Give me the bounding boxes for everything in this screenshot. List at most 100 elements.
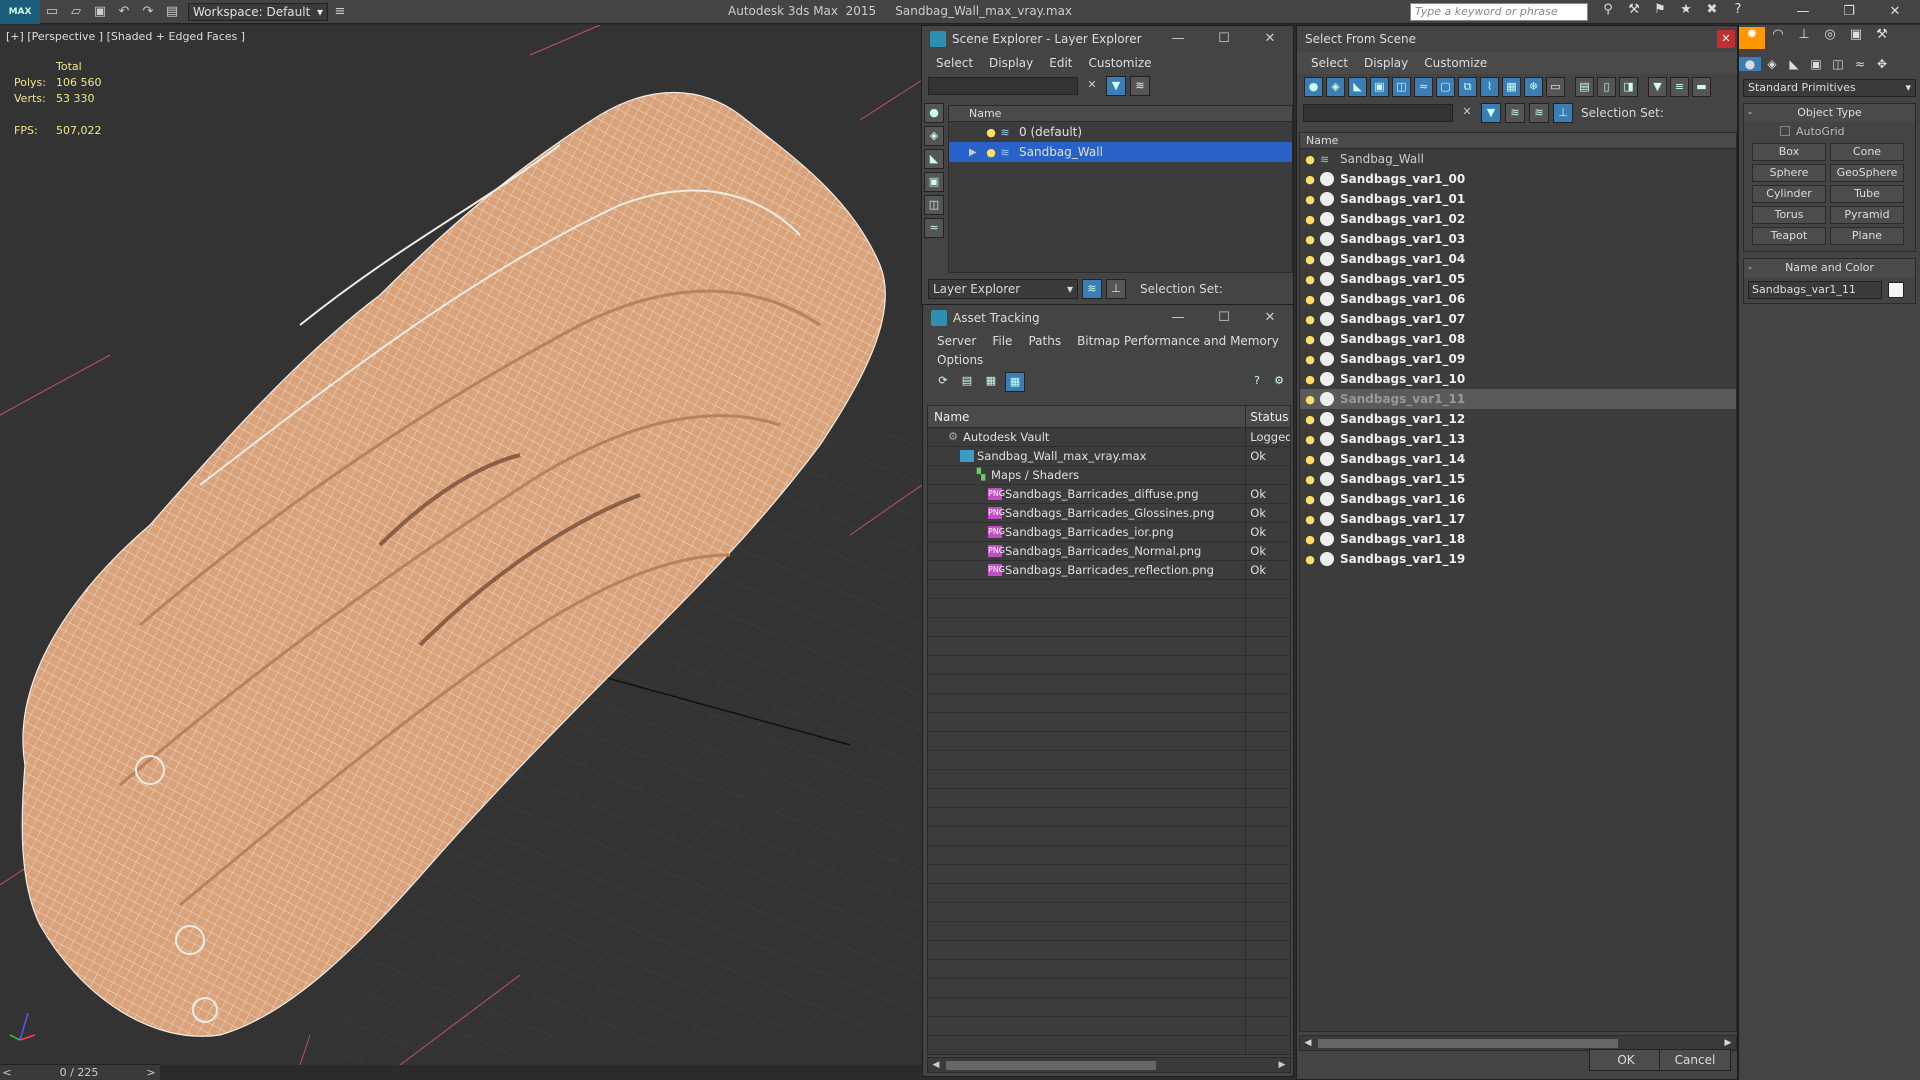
time-slider[interactable]: < 0 / 225 > [0, 1064, 160, 1080]
object-row[interactable]: ● Sandbags_var1_03 [1300, 229, 1736, 249]
plane-button[interactable]: Plane [1830, 227, 1904, 245]
keyword-search-input[interactable]: Type a keyword or phrase [1410, 3, 1588, 21]
lightbulb-icon[interactable]: ● [1304, 553, 1316, 566]
object-row[interactable]: ● Sandbags_var1_15 [1300, 469, 1736, 489]
layer-row-sandbag-wall[interactable]: ▶ ● ≋ Sandbag_Wall [949, 142, 1292, 162]
shapes-icon[interactable]: ◈ [1761, 57, 1783, 71]
object-row[interactable]: ● Sandbags_var1_11 [1300, 389, 1736, 409]
settings-icon[interactable]: ⚙ [1269, 372, 1289, 392]
menu-file[interactable]: File [992, 334, 1012, 348]
menu-server[interactable]: Server [937, 334, 976, 348]
object-row[interactable]: ● Sandbags_var1_07 [1300, 309, 1736, 329]
select-all-icon[interactable]: ▤ [1575, 77, 1594, 97]
display-tab-icon[interactable]: ▣ [1843, 27, 1869, 49]
filter-groups-icon[interactable]: ▢ [1436, 77, 1455, 97]
perspective-viewport[interactable]: [+] [Perspective ] [Shaded + Edged Faces… [0, 25, 922, 1065]
lightbulb-icon[interactable]: ● [1304, 493, 1316, 506]
object-row[interactable]: ● Sandbags_var1_16 [1300, 489, 1736, 509]
object-row[interactable]: ● Sandbags_var1_10 [1300, 369, 1736, 389]
teapot-button[interactable]: Teapot [1752, 227, 1826, 245]
lightbulb-icon[interactable]: ● [1304, 393, 1316, 406]
lightbulb-icon[interactable]: ● [1304, 173, 1316, 186]
expand-arrow-icon[interactable]: ▶ [969, 147, 985, 158]
helpers-icon[interactable]: ◫ [1827, 57, 1849, 71]
display-lights-icon[interactable]: ◣ [924, 149, 944, 169]
hierarchy-tab-icon[interactable]: ⊥ [1791, 27, 1817, 49]
filter-icon[interactable]: ▼ [1481, 103, 1501, 123]
sort-icon[interactable]: ≡ [1670, 77, 1689, 97]
scrollbar-thumb[interactable] [946, 1061, 1156, 1070]
filter-hidden-icon[interactable]: ▭ [1546, 77, 1565, 97]
menu-display[interactable]: Display [1364, 56, 1408, 70]
geometry-icon[interactable]: ● [1739, 57, 1761, 71]
menu-options[interactable]: Options [937, 353, 983, 367]
lightbulb-icon[interactable]: ● [1304, 473, 1316, 486]
table-view-icon[interactable]: ▦ [1005, 372, 1025, 392]
close-button[interactable]: ✕ [1717, 30, 1735, 48]
lightbulb-icon[interactable]: ● [1304, 233, 1316, 246]
asset-tracking-titlebar[interactable]: Asset Tracking — ☐ ✕ [923, 305, 1293, 331]
menu-select[interactable]: Select [936, 56, 973, 70]
find-input[interactable] [928, 77, 1078, 95]
lightbulb-icon[interactable]: ● [1304, 373, 1316, 386]
pyramid-button[interactable]: Pyramid [1830, 206, 1904, 224]
thumbnail-view-icon[interactable]: ▦ [981, 372, 1001, 392]
menu-customize[interactable]: Customize [1089, 56, 1152, 70]
scroll-left-icon[interactable]: ◀ [1300, 1036, 1316, 1050]
tools-x-icon[interactable]: ✖ [1699, 2, 1725, 22]
lightbulb-icon[interactable]: ● [1304, 353, 1316, 366]
filter-xrefs-icon[interactable]: ⧉ [1458, 77, 1477, 97]
help-icon[interactable]: ? [1725, 2, 1751, 22]
filter-spacewarps-icon[interactable]: ≈ [1414, 77, 1433, 97]
asset-row[interactable]: Sandbag_Wall_max_vray.max Ok [928, 447, 1290, 466]
cancel-button[interactable]: Cancel [1659, 1049, 1731, 1071]
cone-button[interactable]: Cone [1830, 143, 1904, 161]
redo-icon[interactable]: ↷ [138, 2, 158, 22]
utilities-tab-icon[interactable]: ⚒ [1869, 27, 1895, 49]
open-folder-icon[interactable]: ▱ [66, 2, 86, 22]
asset-row[interactable]: PNG Sandbags_Barricades_Glossines.png Ok [928, 504, 1290, 523]
asset-row[interactable]: ⚙ Autodesk Vault Logged [928, 428, 1290, 447]
display-spacewarps-icon[interactable]: ≈ [924, 218, 944, 238]
minimize-button[interactable]: — [1155, 305, 1201, 331]
new-file-icon[interactable]: ▭ [42, 2, 62, 22]
object-row[interactable]: ● Sandbags_var1_14 [1300, 449, 1736, 469]
scrollbar-thumb[interactable] [1318, 1039, 1618, 1048]
lightbulb-icon[interactable]: ● [1304, 413, 1316, 426]
hierarchy-icon[interactable]: ⊥ [1553, 103, 1573, 123]
select-from-scene-titlebar[interactable]: Select From Scene ✕ [1297, 26, 1737, 52]
cylinder-button[interactable]: Cylinder [1752, 185, 1826, 203]
layer-toggle-icon[interactable]: ≋ [1130, 76, 1150, 96]
filter-bones-icon[interactable]: ⌇ [1480, 77, 1499, 97]
favorites-star-icon[interactable]: ★ [1673, 2, 1699, 22]
autogrid-checkbox[interactable]: AutoGrid [1744, 122, 1915, 140]
asset-row[interactable]: PNG Sandbags_Barricades_ior.png Ok [928, 523, 1290, 542]
layer-toggle-icon[interactable]: ≋ [1505, 103, 1525, 123]
menu-select[interactable]: Select [1311, 56, 1348, 70]
asset-col-name[interactable]: Name [928, 406, 1247, 427]
box-button[interactable]: Box [1752, 143, 1826, 161]
object-row[interactable]: ● Sandbags_var1_12 [1300, 409, 1736, 429]
asset-row[interactable]: PNG Sandbags_Barricades_reflection.png Ok [928, 561, 1290, 580]
modify-tab-icon[interactable]: ◠ [1765, 27, 1791, 49]
tube-button[interactable]: Tube [1830, 185, 1904, 203]
object-color-swatch[interactable] [1888, 282, 1904, 298]
subscription-icon[interactable]: ⚒ [1621, 2, 1647, 22]
filter-lights-icon[interactable]: ◣ [1348, 77, 1367, 97]
layer-explorer-icon[interactable]: ≋ [1529, 103, 1549, 123]
asset-col-status[interactable]: Status [1246, 406, 1290, 427]
lightbulb-icon[interactable]: ● [1304, 453, 1316, 466]
communication-icon[interactable]: ⚑ [1647, 2, 1673, 22]
clear-icon[interactable]: ✕ [1082, 76, 1102, 96]
object-col-name[interactable]: Name [1300, 133, 1736, 149]
lightbulb-icon[interactable]: ● [1304, 213, 1316, 226]
collapse-icon[interactable]: ▬ [1692, 77, 1711, 97]
hierarchy-icon[interactable]: ⊥ [1106, 279, 1126, 299]
refresh-icon[interactable]: ⟳ [933, 372, 953, 392]
object-row[interactable]: ● Sandbags_var1_05 [1300, 269, 1736, 289]
object-row[interactable]: ● Sandbags_var1_13 [1300, 429, 1736, 449]
lightbulb-icon[interactable]: ● [1304, 273, 1316, 286]
workspace-dropdown[interactable]: Workspace: Default ▾ [188, 2, 328, 21]
object-row[interactable]: ● Sandbags_var1_06 [1300, 289, 1736, 309]
filter-shapes-icon[interactable]: ◈ [1326, 77, 1345, 97]
